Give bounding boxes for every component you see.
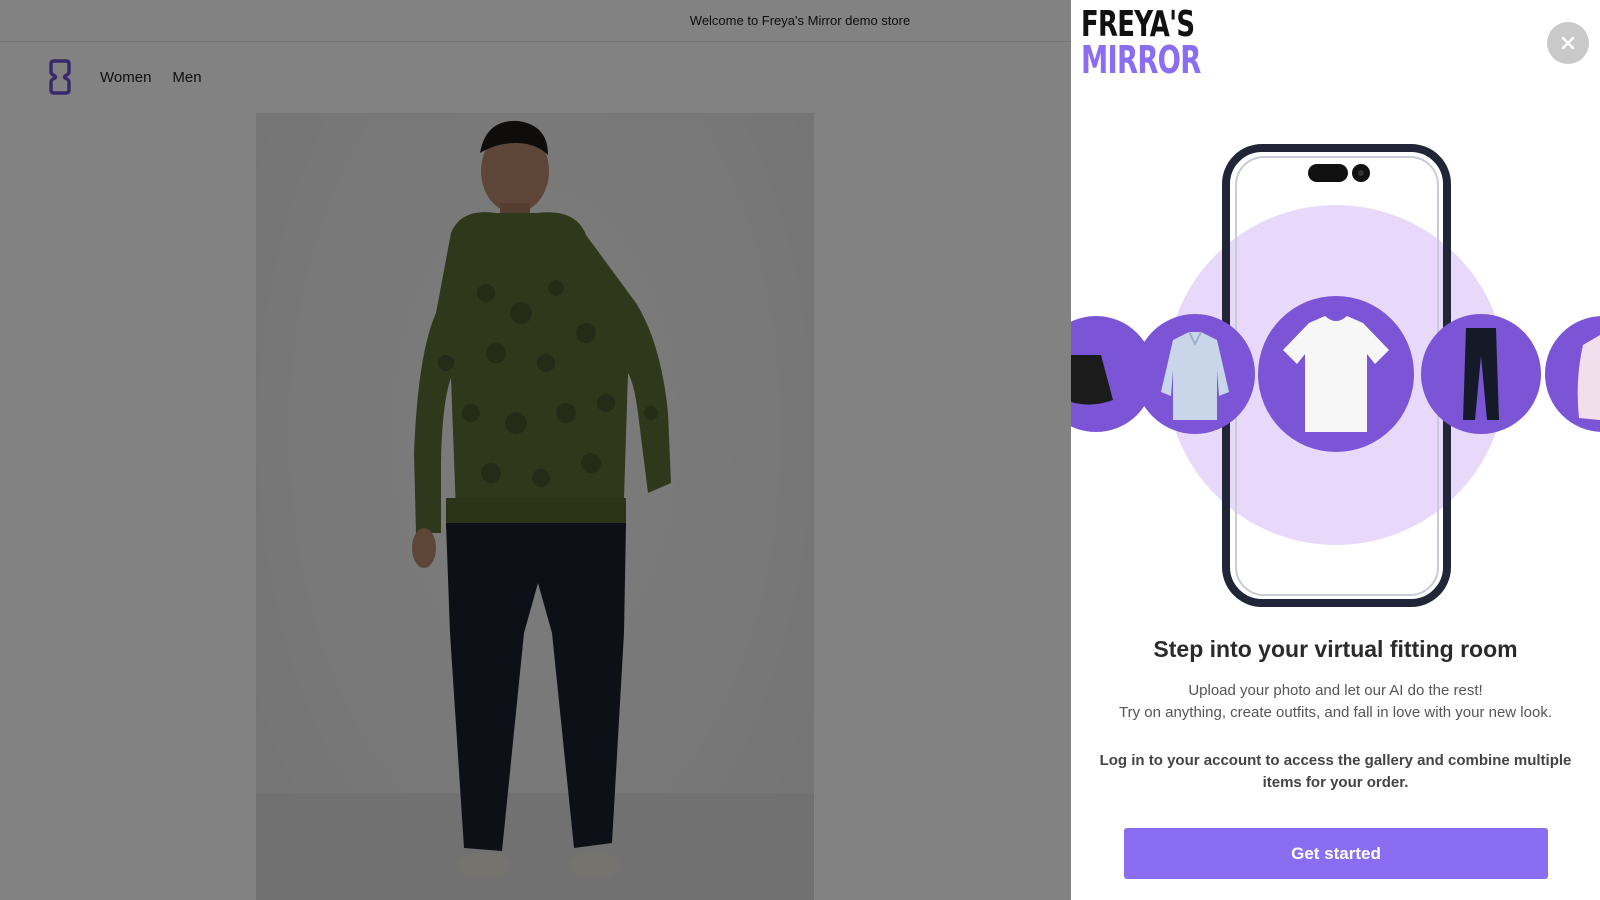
headline: Step into your virtual fitting room — [1153, 636, 1518, 662]
login-note: Log in to your account to access the gal… — [1099, 752, 1572, 791]
close-button[interactable] — [1547, 22, 1589, 64]
fitting-room-panel: FREYA'S MIRROR Step into your virtual fi… — [1071, 0, 1600, 900]
brand-line1: FREYA'S — [1081, 4, 1195, 45]
close-icon — [1561, 36, 1575, 50]
hero-illustration — [1071, 130, 1600, 630]
subtitle-line1: Upload your photo and let our AI do the … — [1188, 682, 1483, 699]
subtitle: Upload your photo and let our AI do the … — [1071, 680, 1600, 724]
brand-logo: FREYA'S MIRROR — [1081, 4, 1201, 83]
get-started-button[interactable]: Get started — [1124, 828, 1548, 879]
subtitle-line2: Try on anything, create outfits, and fal… — [1118, 704, 1552, 721]
brand-line2: MIRROR — [1081, 38, 1201, 83]
